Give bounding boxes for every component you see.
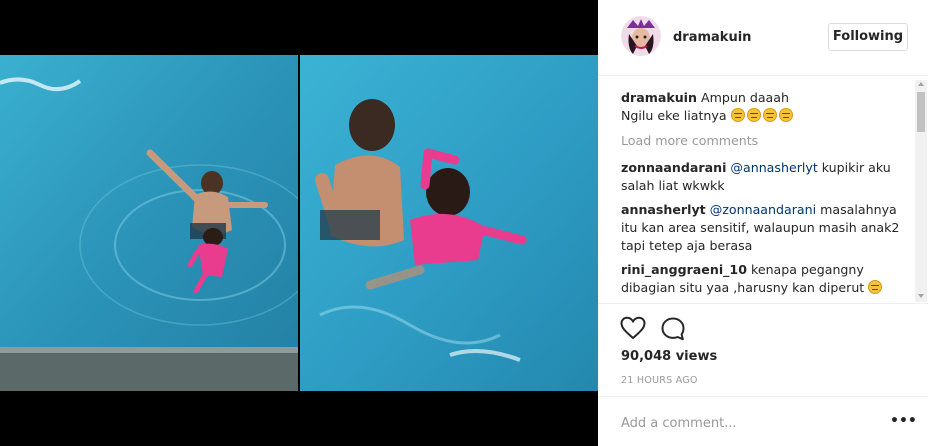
expressionless-emoji-icon (746, 108, 761, 122)
scroll-down-arrow-icon[interactable] (918, 294, 924, 298)
speech-bubble-icon[interactable] (660, 316, 686, 342)
comment-username[interactable]: zonnaandarani (621, 160, 726, 175)
video-frame-right (300, 55, 598, 391)
comment-username[interactable]: rini_anggraeni_10 (621, 262, 747, 277)
avatar[interactable] (621, 16, 661, 56)
comment-item: rini_anggraeni_10 kenapa pegangny dibagi… (621, 261, 901, 297)
following-button[interactable]: Following (828, 23, 908, 51)
view-count[interactable]: 90,048 views (621, 349, 717, 364)
more-options-icon[interactable]: ••• (890, 413, 917, 429)
add-comment-bar: ••• (598, 396, 928, 446)
load-more-comments-link[interactable]: Load more comments (621, 133, 758, 148)
video-frame-left (0, 55, 298, 391)
comment-username[interactable]: annasherlyt (621, 202, 706, 217)
heart-icon[interactable] (620, 316, 646, 340)
post-actions: 90,048 views 21 HOURS AGO (598, 303, 928, 393)
add-comment-input[interactable] (621, 413, 871, 433)
caption-username[interactable]: dramakuin (621, 90, 697, 105)
comments-list: dramakuin Ampun daaah Ngilu eke liatnya … (598, 77, 928, 303)
comment-item: annasherlyt @zonnaandarani masalahnya it… (621, 201, 901, 255)
thinking-emoji-icon (868, 280, 883, 294)
expressionless-emoji-icon (778, 108, 793, 122)
scrollbar-thumb[interactable] (917, 92, 925, 132)
expressionless-emoji-icon (730, 108, 745, 122)
comment-mention[interactable]: @zonnaandarani (710, 202, 816, 217)
post-media[interactable] (0, 0, 598, 446)
post-timestamp[interactable]: 21 HOURS AGO (621, 375, 698, 386)
pool-scene-right (300, 55, 598, 391)
caption-line-1: Ampun daaah (700, 90, 789, 105)
caption: dramakuin Ampun daaah Ngilu eke liatnya (621, 89, 901, 125)
avatar-image (621, 16, 661, 56)
caption-line-2: Ngilu eke liatnya (621, 108, 727, 123)
expressionless-emoji-icon (762, 108, 777, 122)
post-header: dramakuin Following (598, 0, 928, 76)
comments-scrollbar[interactable] (915, 80, 927, 302)
comment-mention[interactable]: @annasherlyt (730, 160, 817, 175)
pool-scene-left (0, 55, 298, 391)
comment-item: zonnaandarani @annasherlyt kupikir aku s… (621, 159, 901, 195)
post-sidebar: dramakuin Following dramakuin Ampun daaa… (598, 0, 928, 446)
scroll-up-arrow-icon[interactable] (918, 82, 924, 86)
post-username[interactable]: dramakuin (673, 30, 751, 45)
